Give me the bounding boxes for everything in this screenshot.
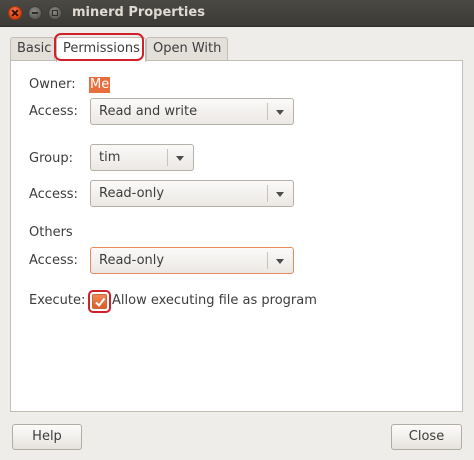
- execute-label: Execute:: [29, 293, 86, 308]
- group-access-select[interactable]: Read-only: [90, 180, 294, 207]
- window-close-icon[interactable]: [8, 6, 22, 20]
- owner-value: Me: [89, 77, 111, 93]
- combo-separator: [267, 252, 268, 269]
- chevron-down-icon: [176, 156, 184, 161]
- checkmark-icon: [95, 297, 106, 308]
- properties-window: minerd Properties Basic Permissions Open…: [0, 0, 474, 460]
- chevron-down-icon: [276, 259, 284, 264]
- others-access-value: Read-only: [99, 253, 165, 268]
- others-access-label: Access:: [29, 253, 78, 268]
- window-title: minerd Properties: [72, 5, 205, 20]
- others-access-select[interactable]: Read-only: [90, 247, 294, 274]
- help-button[interactable]: Help: [12, 424, 82, 450]
- owner-access-value: Read and write: [99, 104, 198, 119]
- window-minimize-icon[interactable]: [28, 6, 42, 20]
- close-button[interactable]: Close: [391, 424, 462, 450]
- owner-access-label: Access:: [29, 104, 78, 119]
- chevron-down-icon: [276, 110, 284, 115]
- group-access-label: Access:: [29, 187, 78, 202]
- tab-basic[interactable]: Basic: [10, 37, 55, 61]
- titlebar[interactable]: minerd Properties: [0, 0, 474, 27]
- combo-separator: [267, 103, 268, 120]
- execute-checkbox[interactable]: [92, 294, 107, 309]
- group-select[interactable]: tim: [90, 144, 194, 171]
- owner-access-select[interactable]: Read and write: [90, 98, 294, 125]
- window-maximize-icon[interactable]: [48, 6, 62, 20]
- tab-permissions[interactable]: Permissions: [56, 37, 146, 62]
- others-label: Others: [29, 225, 73, 240]
- combo-separator: [167, 149, 168, 166]
- execute-checkbox-label[interactable]: Allow executing file as program: [112, 293, 317, 308]
- group-label: Group:: [29, 151, 73, 166]
- combo-separator: [267, 185, 268, 202]
- owner-label: Owner:: [29, 77, 76, 92]
- chevron-down-icon: [276, 192, 284, 197]
- group-value: tim: [99, 150, 121, 165]
- tab-open-with[interactable]: Open With: [146, 37, 228, 61]
- group-access-value: Read-only: [99, 186, 165, 201]
